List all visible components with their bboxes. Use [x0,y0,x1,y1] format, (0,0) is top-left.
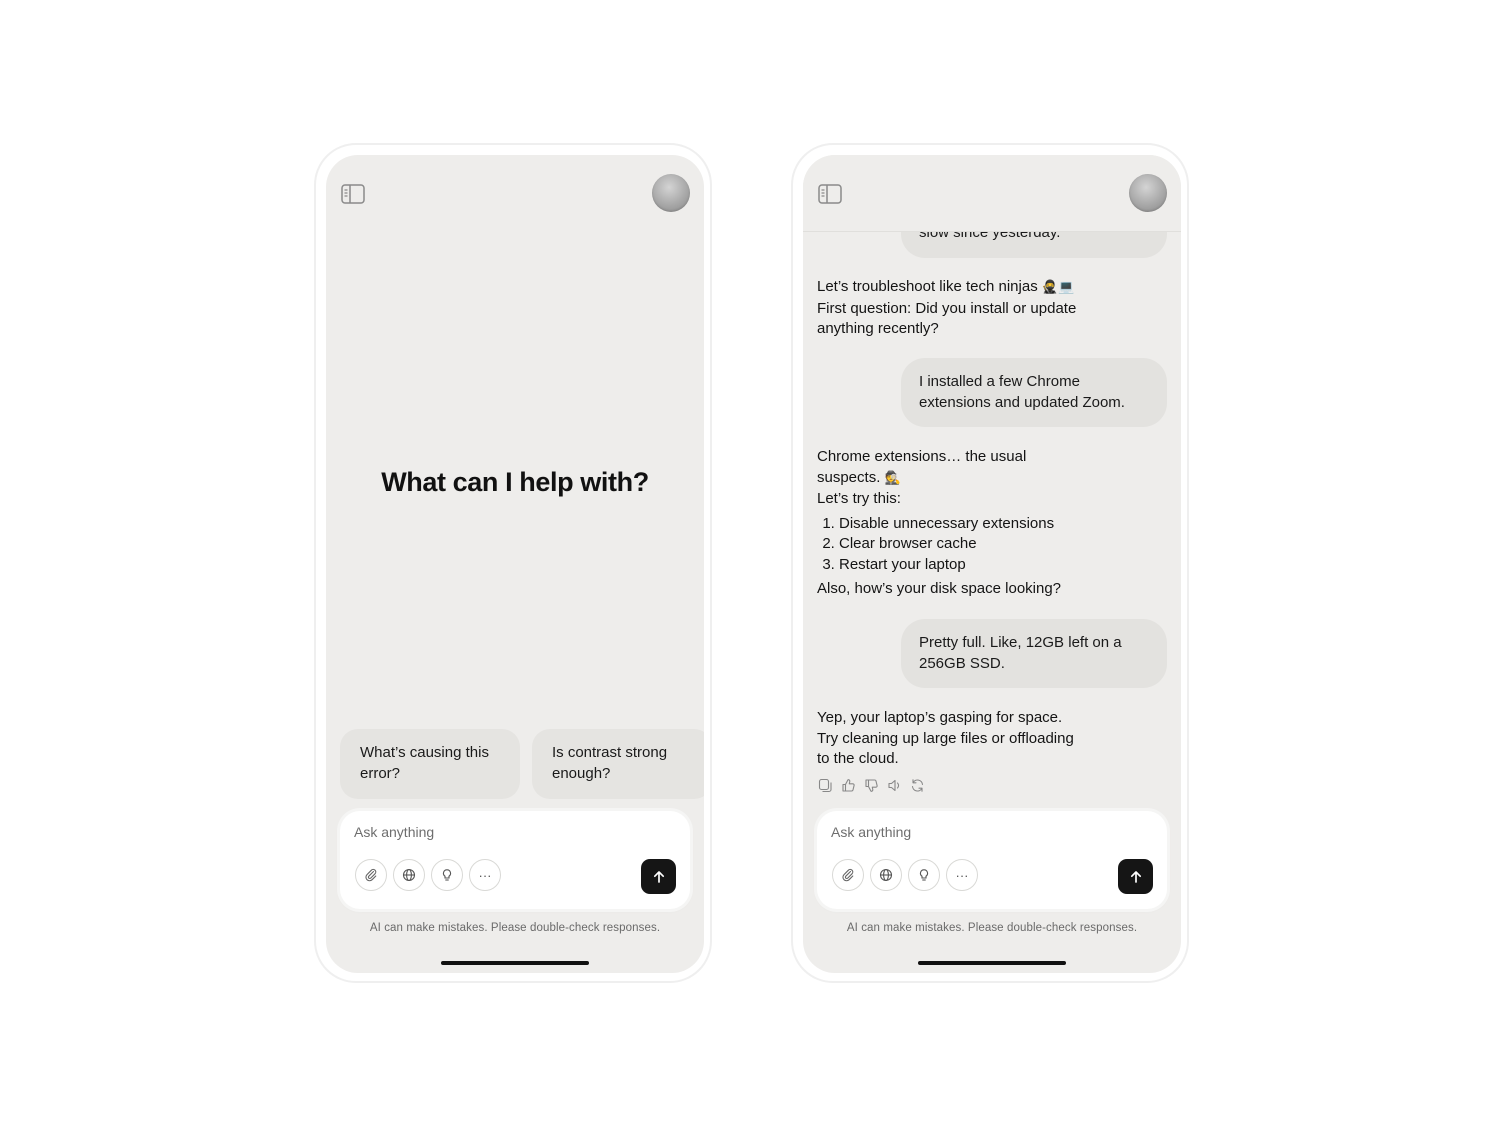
assistant-message: Yep, your laptop’s gasping for space. Tr… [817,708,1075,770]
globe-icon [879,868,893,882]
user-message: I installed a few Chrome extensions and … [901,358,1167,427]
composer-tools: ··· [832,859,978,891]
suggestion-chip[interactable]: What’s causing this error? [340,729,520,799]
detective-emoji: 🕵️ [884,470,901,486]
web-search-button[interactable] [393,859,425,891]
message-text: Yep, your laptop’s gasping for space. Tr… [817,709,1074,767]
suggestion-chip[interactable]: Is contrast strong enough? [532,729,704,799]
ask-input[interactable] [831,824,1131,840]
page-title: What can I help with? [381,467,649,497]
reason-button[interactable] [431,859,463,891]
assistant-message: Let’s troubleshoot like tech ninjas 🥷💻 F… [817,277,1087,340]
ninja-laptop-emoji: 🥷💻 [1041,280,1075,295]
avatar[interactable] [652,174,690,212]
speaker-icon [888,779,900,792]
home-indicator [441,961,589,965]
paperclip-icon [842,868,854,882]
thumbs-down-button[interactable] [863,777,880,794]
more-options-button[interactable]: ··· [469,859,501,891]
send-button[interactable] [641,859,676,894]
regenerate-icon [911,779,924,792]
message-text: Let’s try this: [817,490,901,507]
sidebar-icon [818,184,842,204]
top-bar [326,155,704,231]
thumbs-down-icon [865,779,878,792]
thumbs-up-button[interactable] [840,777,857,794]
message-text: First question: Did you install or updat… [817,299,1077,338]
thumbs-up-icon [842,779,855,792]
composer: ··· [340,811,690,909]
message-text: Let’s troubleshoot like tech ninjas [817,278,1038,295]
composer-tools: ··· [355,859,501,891]
regenerate-button[interactable] [909,777,926,794]
web-search-button[interactable] [870,859,902,891]
top-bar [803,155,1181,232]
list-item: Clear browser cache [839,534,1077,555]
sidebar-toggle-button[interactable] [817,183,843,205]
globe-icon [402,868,416,882]
copy-icon [818,778,832,793]
message-actions [817,777,926,794]
attach-button[interactable] [355,859,387,891]
steps-list: Disable unnecessary extensions Clear bro… [817,514,1077,576]
phone-frame-empty-state: What can I help with? What’s causing thi… [314,143,712,983]
lightbulb-icon [442,869,452,881]
list-item: Restart your laptop [839,555,1077,576]
message-text: I installed a few Chrome extensions and … [919,373,1125,411]
paperclip-icon [365,868,377,882]
arrow-up-icon [653,870,664,883]
composer: ··· [817,811,1167,909]
sidebar-icon [341,184,365,204]
reason-button[interactable] [908,859,940,891]
arrow-up-icon [1130,870,1141,883]
disclaimer: AI can make mistakes. Please double-chec… [369,922,661,934]
user-message: Pretty full. Like, 12GB left on a 256GB … [901,619,1167,688]
home-indicator [918,961,1066,965]
copy-button[interactable] [817,777,834,794]
phone-frame-conversation: slow since yesterday. Let’s troubleshoot… [791,143,1189,983]
read-aloud-button[interactable] [886,777,903,794]
disclaimer: AI can make mistakes. Please double-chec… [846,922,1138,934]
attach-button[interactable] [832,859,864,891]
message-text: Chrome extensions… the usual suspects. [817,448,1027,486]
message-text: Also, how’s your disk space looking? [817,580,1062,597]
avatar[interactable] [1129,174,1167,212]
more-icon: ··· [478,867,492,883]
sidebar-toggle-button[interactable] [340,183,366,205]
message-text: Pretty full. Like, 12GB left on a 256GB … [919,634,1122,672]
lightbulb-icon [919,869,929,881]
ask-input[interactable] [354,824,654,840]
suggestion-chips: What’s causing this error? Is contrast s… [340,729,704,799]
screen: What can I help with? What’s causing thi… [326,155,704,973]
send-button[interactable] [1118,859,1153,894]
screen: slow since yesterday. Let’s troubleshoot… [803,155,1181,973]
more-icon: ··· [955,867,969,883]
assistant-message: Chrome extensions… the usual suspects. 🕵… [817,447,1077,600]
list-item: Disable unnecessary extensions [839,514,1077,535]
more-options-button[interactable]: ··· [946,859,978,891]
